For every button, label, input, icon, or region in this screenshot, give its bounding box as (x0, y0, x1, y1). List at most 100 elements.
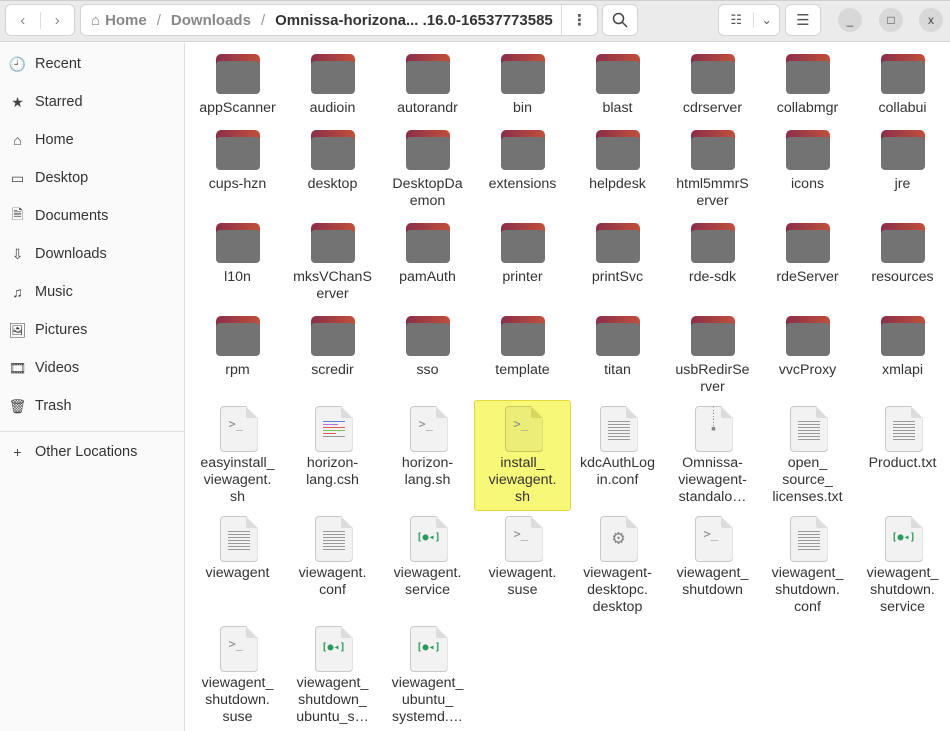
sidebar-item-home[interactable]: ⌂Home (0, 122, 184, 158)
folder-icon (879, 50, 927, 98)
file-item[interactable]: viewagent. conf (285, 511, 380, 603)
folder-item[interactable]: collabmgr (760, 46, 855, 121)
folder-item[interactable]: sso (380, 308, 475, 383)
file-name: sso (416, 362, 438, 379)
folder-item[interactable]: collabui (855, 46, 950, 121)
file-item[interactable]: >_viewagent. suse (475, 511, 570, 603)
folder-icon (594, 312, 642, 360)
folder-item[interactable]: bin (475, 46, 570, 121)
file-grid: appScanner audioin autorandrbin blast cdrser… (190, 46, 950, 731)
folder-item[interactable]: icons (760, 122, 855, 197)
sidebar-item-trash[interactable]: 🗑Trash (0, 388, 184, 424)
folder-item[interactable]: resources (855, 215, 950, 290)
sidebar-item-videos[interactable]: 🎞Videos (0, 350, 184, 386)
file-item[interactable]: [●◂]viewagent_ shutdown_ ubuntu_s… (285, 621, 380, 730)
minimize-button[interactable]: _ (838, 8, 862, 32)
file-name: easyinstall_ viewagent. sh (200, 455, 274, 506)
service-file-icon: [●◂] (879, 515, 927, 563)
back-button[interactable]: ‹ (6, 12, 41, 29)
sidebar-item-pictures[interactable]: 🖼Pictures (0, 312, 184, 348)
maximize-button[interactable]: □ (879, 8, 903, 32)
file-item[interactable]: >_viewagent_ shutdown (665, 511, 760, 603)
file-item[interactable]: Product.txt (855, 401, 950, 476)
folder-item[interactable]: usbRedirSe rver (665, 308, 760, 400)
breadcrumb-current[interactable]: Omnissa-horizona... .16.0-16537773585 (275, 12, 553, 29)
folder-item[interactable]: vvcProxy (760, 308, 855, 383)
file-item[interactable]: [●◂]viewagent_ ubuntu_ systemd.… (380, 621, 475, 730)
file-item[interactable]: >_viewagent_ shutdown. suse (190, 621, 285, 730)
view-dropdown-button[interactable]: ⌄ (754, 13, 779, 27)
file-item[interactable]: [●◂]viewagent. service (380, 511, 475, 603)
list-view-icon[interactable]: ☷ (719, 12, 754, 28)
file-item[interactable]: open_ source_ licenses.txt (760, 401, 855, 510)
file-name: viewagent_ shutdown. conf (772, 565, 844, 616)
forward-button[interactable]: › (41, 12, 75, 29)
file-item[interactable]: >_horizon- lang.sh (380, 401, 475, 493)
folder-item[interactable]: mksVChanS erver (285, 215, 380, 307)
breadcrumb-downloads[interactable]: Downloads (171, 12, 251, 29)
folder-icon (404, 126, 452, 174)
folder-item[interactable]: appScanner (190, 46, 285, 121)
close-button[interactable]: x (919, 8, 943, 32)
folder-item[interactable]: titan (570, 308, 665, 383)
path-menu-button[interactable]: ⋮ (561, 5, 597, 35)
folder-item[interactable]: DesktopDa emon (380, 122, 475, 214)
sidebar-item-label: Starred (35, 94, 83, 110)
folder-item[interactable]: rdeServer (760, 215, 855, 290)
sidebar-separator (0, 431, 184, 432)
folder-item[interactable]: cups-hzn (190, 122, 285, 197)
text-file-icon (784, 405, 832, 453)
sidebar-item-other-locations[interactable]: +Other Locations (0, 434, 184, 470)
breadcrumb-home[interactable]: Home (105, 12, 147, 29)
folder-item[interactable]: template (475, 308, 570, 383)
file-name: blast (603, 100, 633, 117)
folder-icon (689, 312, 737, 360)
folder-icon (499, 50, 547, 98)
folder-item[interactable]: printer (475, 215, 570, 290)
folder-item[interactable]: xmlapi (855, 308, 950, 383)
file-item[interactable]: kdcAuthLog in.conf (570, 401, 665, 493)
sidebar-item-downloads[interactable]: ⇩Downloads (0, 236, 184, 272)
file-item[interactable]: ⋮⋮⋮▪Omnissa- viewagent- standalo… (665, 401, 760, 510)
search-button[interactable] (602, 4, 638, 36)
folder-item[interactable]: cdrserver (665, 46, 760, 121)
folder-item[interactable]: l10n (190, 215, 285, 290)
folder-item[interactable]: helpdesk (570, 122, 665, 197)
file-item[interactable]: viewagent_ shutdown. conf (760, 511, 855, 620)
file-item[interactable]: [●◂]viewagent_ shutdown. service (855, 511, 950, 620)
file-name: extensions (489, 176, 557, 193)
file-item[interactable]: >_easyinstall_ viewagent. sh (190, 401, 285, 510)
file-item[interactable]: >_install_ viewagent. sh (475, 401, 570, 510)
sidebar-item-recent[interactable]: 🕘Recent (0, 46, 184, 82)
sidebar-item-music[interactable]: ♫Music (0, 274, 184, 310)
folder-item[interactable]: rde-sdk (665, 215, 760, 290)
file-name: viewagent_ shutdown. service (867, 565, 939, 616)
folder-icon (784, 312, 832, 360)
service-file-icon: [●◂] (309, 625, 357, 673)
file-item[interactable]: ⚙viewagent- desktopc. desktop (570, 511, 665, 620)
folder-item[interactable]: printSvc (570, 215, 665, 290)
folder-item[interactable]: audioin (285, 46, 380, 121)
folder-icon (499, 126, 547, 174)
folder-item[interactable]: jre (855, 122, 950, 197)
sidebar-item-starred[interactable]: ★Starred (0, 84, 184, 120)
file-name: audioin (310, 100, 356, 117)
file-item[interactable]: viewagent (190, 511, 285, 586)
folder-item[interactable]: html5mmrS erver (665, 122, 760, 214)
folder-item[interactable]: blast (570, 46, 665, 121)
main-menu-button[interactable]: ☰ (785, 4, 821, 36)
folder-item[interactable]: extensions (475, 122, 570, 197)
folder-item[interactable]: rpm (190, 308, 285, 383)
folder-icon (594, 219, 642, 267)
folder-item[interactable]: desktop (285, 122, 380, 197)
script-file-icon: >_ (404, 405, 452, 453)
breadcrumb: ⌂ Home / Downloads / Omnissa-horizona...… (80, 4, 598, 36)
home-icon: ⌂ (91, 12, 100, 29)
file-item[interactable]: horizon- lang.csh (285, 401, 380, 493)
view-toggle[interactable]: ☷ ⌄ (718, 4, 780, 36)
folder-item[interactable]: scredir (285, 308, 380, 383)
sidebar-item-desktop[interactable]: ▭Desktop (0, 160, 184, 196)
folder-item[interactable]: pamAuth (380, 215, 475, 290)
sidebar-item-documents[interactable]: 🗎Documents (0, 198, 184, 234)
folder-item[interactable]: autorandr (380, 46, 475, 121)
